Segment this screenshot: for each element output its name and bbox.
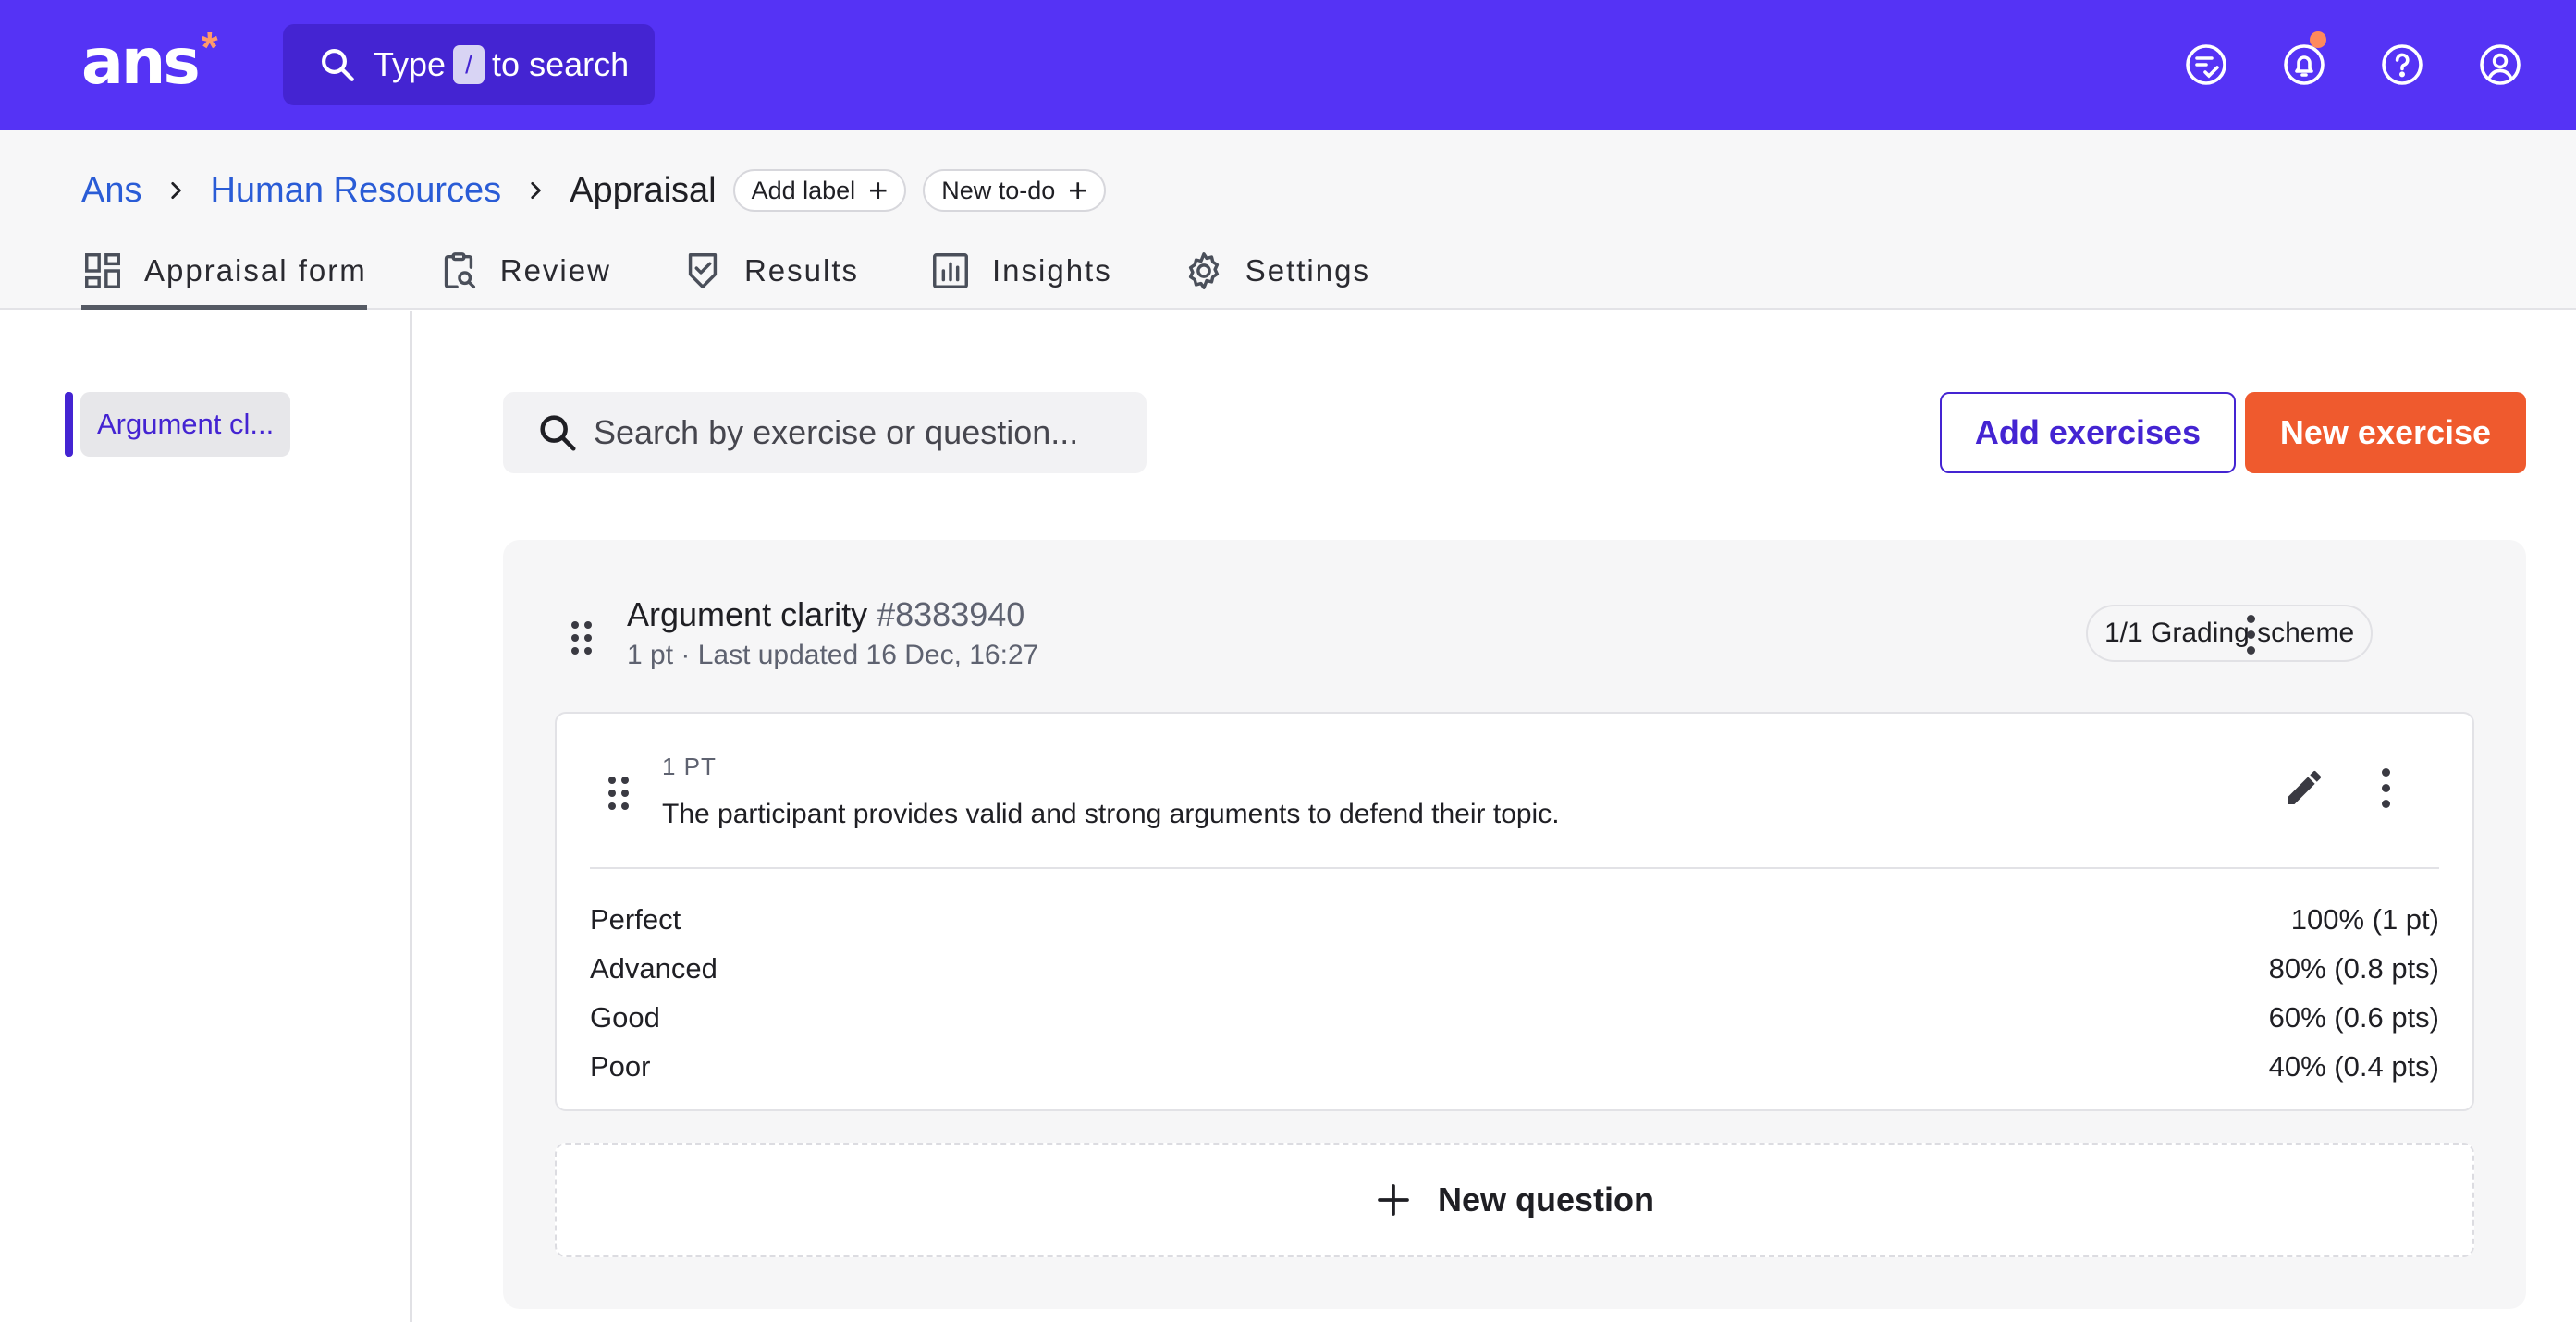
scheme-row: Good 60% (0.6 pts) [590,993,2439,1042]
tab-settings[interactable]: Settings [1183,239,1370,310]
tab-review[interactable]: Review [437,239,611,310]
logo-text: ans [81,26,201,99]
bell-icon[interactable] [2276,31,2332,92]
scheme-label: Advanced [590,951,718,985]
search-prefix: Type [374,45,447,83]
exercise-more-icon[interactable] [2232,606,2269,662]
exercise-name: Argument clarity [627,595,868,633]
account-icon[interactable] [2472,37,2528,92]
edit-pencil-icon[interactable] [2278,762,2330,814]
scheme-label: Perfect [590,902,681,936]
search-icon [322,49,354,81]
add-label-button[interactable]: Add label + [732,169,907,212]
grading-scheme-badge[interactable]: 1/1 Grading scheme [2086,605,2374,662]
scheme-row: Poor 40% (0.4 pts) [590,1042,2439,1091]
dashboard-icon [85,253,120,288]
tab-results[interactable]: Results [681,239,859,310]
search-placeholder: Search by exercise or question... [594,413,1079,451]
breadcrumb-ans[interactable]: Ans [81,171,141,211]
tab-label: Settings [1245,253,1370,288]
active-indicator [65,392,73,457]
search-suffix: to search [492,45,630,83]
logo-mark: * [201,23,218,71]
breadcrumb-human-resources[interactable]: Human Resources [210,171,501,211]
scheme-label: Good [590,1000,660,1034]
plus-icon [1378,1184,1409,1216]
plus-icon: + [1068,171,1088,209]
new-question-button[interactable]: New question [555,1143,2474,1257]
search-icon [540,415,576,451]
exercise-sidebar: Argument cl... [0,311,412,1322]
tab-label: Results [743,253,859,288]
ans-logo[interactable]: ans * [81,26,218,100]
sidebar-item-label: Argument cl... [80,392,291,457]
scheme-value: 100% (1 pt) [2290,902,2439,936]
question-points: 1 PT [662,753,717,780]
tab-label: Insights [992,253,1112,288]
notification-dot [2310,31,2326,48]
divider [590,867,2439,869]
scheme-row: Perfect 100% (1 pt) [590,895,2439,944]
exercise-card: Argument clarity #8383940 1 pt · Last up… [503,540,2526,1309]
new-todo-button[interactable]: New to-do + [923,169,1107,212]
help-icon[interactable] [2374,37,2430,92]
tab-label: Appraisal form [144,253,367,288]
shield-check-icon [688,253,718,288]
new-exercise-button[interactable]: New exercise [2245,392,2526,473]
scheme-value: 60% (0.6 pts) [2268,1000,2439,1034]
tab-bar: Appraisal form Review Results Insights S… [81,239,1441,310]
gear-icon [1188,252,1219,289]
add-exercises-button[interactable]: Add exercises [1940,392,2236,473]
search-shortcut-key: / [453,45,485,84]
add-label-text: Add label [751,176,856,204]
global-search[interactable]: Type / to search [283,24,655,105]
scheme-value: 40% (0.4 pts) [2268,1049,2439,1083]
chevron-right-icon [164,178,188,202]
exercise-id: #8383940 [877,595,1025,633]
exercise-meta: 1 pt · Last updated 16 Dec, 16:27 [627,640,1039,670]
new-question-label: New question [1437,1181,1655,1218]
scheme-label: Poor [590,1049,651,1083]
exercise-title: Argument clarity #8383940 [627,595,1024,634]
question-text: The participant provides valid and stron… [662,799,1560,829]
bar-chart-icon [933,253,968,288]
tab-insights[interactable]: Insights [929,239,1112,310]
tab-label: Review [499,253,611,288]
scheme-value: 80% (0.8 pts) [2268,951,2439,985]
grading-scheme-list: Perfect 100% (1 pt) Advanced 80% (0.8 pt… [590,895,2439,1091]
new-todo-text: New to-do [941,176,1056,204]
question-card: 1 PT The participant provides valid and … [555,712,2474,1111]
breadcrumb-current: Appraisal [570,170,717,210]
plus-icon: + [868,171,889,209]
drag-handle-icon[interactable] [571,621,592,655]
drag-handle-icon[interactable] [608,777,629,810]
clipboard-search-icon [444,252,475,288]
tab-appraisal-form[interactable]: Appraisal form [81,239,367,310]
exercise-search-input[interactable]: Search by exercise or question... [503,392,1147,473]
chevron-right-icon [523,178,547,202]
top-bar: ans * Type / to search [0,0,2576,130]
page-header: Ans Human Resources Appraisal Add label … [0,130,2576,310]
breadcrumb: Ans Human Resources Appraisal Add label … [81,162,1107,219]
scheme-row: Advanced 80% (0.8 pts) [590,944,2439,993]
question-more-icon[interactable] [2367,760,2404,815]
sidebar-item-argument-clarity[interactable]: Argument cl... [65,392,291,457]
todo-list-icon[interactable] [2178,37,2234,92]
